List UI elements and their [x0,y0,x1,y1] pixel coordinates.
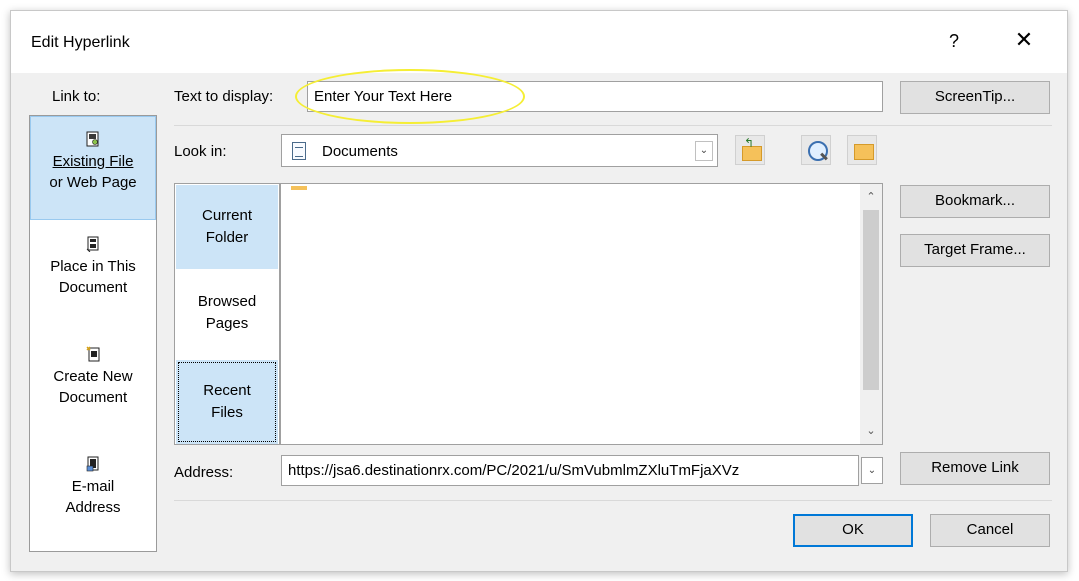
link-create-new-document[interactable]: Create New Document [30,346,156,436]
dialog-title: Edit Hyperlink [31,34,130,51]
link-existing-file-line1: Existing File [52,153,134,170]
separator-top [174,125,1052,126]
nav-recent-files-line2: Files [211,404,243,421]
look-in-label: Look in: [174,143,227,160]
address-chevron-down-icon[interactable]: ⌄ [861,457,883,484]
folder-icon [291,186,307,190]
scrollbar-thumb[interactable] [863,210,879,390]
address-input[interactable]: https://jsa6.destinationrx.com/PC/2021/u… [281,455,859,486]
link-existing-file[interactable]: Existing File or Web Page [30,116,156,220]
nav-browsed-pages[interactable]: Browsed Pages [176,271,278,359]
nav-current-folder-line2: Folder [205,229,249,246]
nav-recent-files[interactable]: Recent Files [176,360,278,444]
nav-browsed-pages-line1: Browsed [197,293,257,310]
up-one-folder-icon[interactable] [735,135,765,165]
link-email-address-line1: E-mail [71,478,115,495]
documents-folder-icon [292,142,306,160]
link-existing-file-line2: or Web Page [49,174,137,191]
nav-recent-files-line1: Recent [203,382,251,399]
help-button[interactable]: ? [939,31,969,52]
link-place-in-document-line2: Document [58,279,128,296]
ok-button[interactable]: OK [793,514,913,547]
link-place-in-document[interactable]: Place in This Document [30,236,156,326]
target-frame-button[interactable]: Target Frame... [900,234,1050,267]
text-to-display-input[interactable]: Enter Your Text Here [307,81,883,112]
nav-current-folder-line1: Current [201,207,253,224]
edit-hyperlink-dialog: Edit Hyperlink ? ✕ Link to: Existing Fil… [10,10,1068,572]
chevron-down-icon[interactable]: ⌄ [860,420,882,442]
place-in-document-icon [86,236,100,253]
chevron-up-icon[interactable]: ⌃ [860,186,882,208]
title-bar: Edit Hyperlink ? ✕ [11,11,1067,73]
file-list-scrollbar[interactable]: ⌃ ⌄ [860,184,882,444]
file-list[interactable]: ⌃ ⌄ [280,183,883,445]
email-address-icon [86,456,100,472]
link-to-bar: Existing File or Web Page Place in This … [29,115,157,552]
chevron-down-icon[interactable]: ⌄ [695,141,713,161]
screentip-button[interactable]: ScreenTip... [900,81,1050,114]
link-create-new-document-line1: Create New [53,368,133,385]
link-email-address-line2: Address [65,499,121,516]
link-place-in-document-line1: Place in This [50,258,136,275]
separator-bottom [174,500,1052,501]
link-email-address[interactable]: E-mail Address [30,456,156,546]
remove-link-button[interactable]: Remove Link [900,452,1050,485]
link-to-label: Link to: [52,88,101,105]
nav-browsed-pages-line2: Pages [205,315,249,332]
browse-web-icon[interactable] [801,135,831,165]
bookmark-button[interactable]: Bookmark... [900,185,1050,218]
browse-file-icon[interactable] [847,135,877,165]
link-create-new-document-line2: Document [58,389,128,406]
create-new-document-icon [86,346,100,362]
cancel-button[interactable]: Cancel [930,514,1050,547]
existing-file-icon [86,131,100,147]
close-button[interactable]: ✕ [1008,27,1040,53]
look-in-dropdown[interactable]: Documents ⌄ [281,134,718,167]
text-to-display-label: Text to display: [174,88,274,105]
look-in-value: Documents [322,143,398,160]
address-label: Address: [174,464,234,481]
browse-nav-panel: Current Folder Browsed Pages Recent File… [174,183,280,445]
nav-current-folder[interactable]: Current Folder [176,185,278,269]
